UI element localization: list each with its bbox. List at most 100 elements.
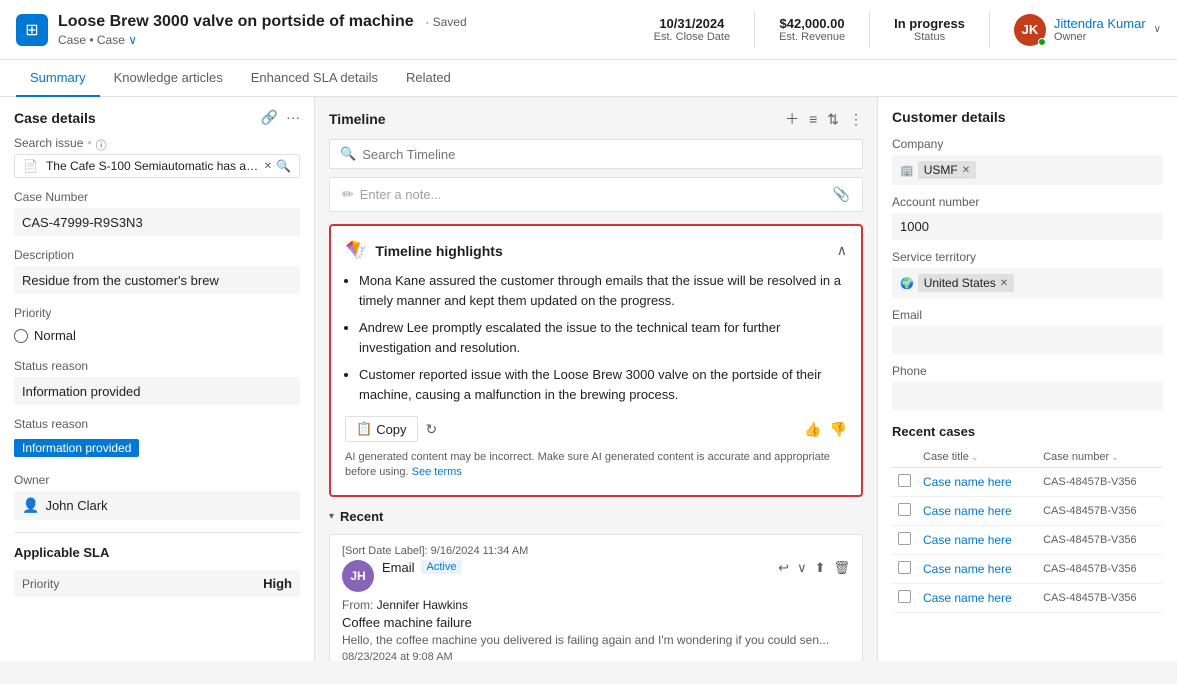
main-layout: Case details 🔗 ··· Search issue * ⓘ 📄 Th… bbox=[0, 97, 1177, 661]
highlights-list: Mona Kane assured the customer through e… bbox=[345, 271, 847, 404]
tl-from-name: Jennifer Hawkins bbox=[377, 598, 468, 612]
online-indicator bbox=[1038, 38, 1046, 46]
breadcrumb: Case • Case ∨ bbox=[58, 33, 467, 47]
row-checkbox-0[interactable] bbox=[898, 474, 911, 487]
case-title-link-1[interactable]: Case name here bbox=[923, 504, 1012, 518]
clear-search-icon[interactable]: ✕ bbox=[264, 161, 272, 172]
tl-delete-icon[interactable]: 🗑 bbox=[833, 560, 850, 576]
tab-knowledge-articles[interactable]: Knowledge articles bbox=[100, 60, 237, 97]
attach-icon[interactable]: 📎 bbox=[833, 186, 850, 203]
case-title-link-0[interactable]: Case name here bbox=[923, 475, 1012, 489]
priority-radio-group[interactable]: Normal bbox=[14, 324, 300, 347]
header-title-row: Loose Brew 3000 valve on portside of mac… bbox=[58, 13, 467, 31]
close-date-value: 10/31/2024 bbox=[654, 16, 730, 31]
company-label: Company bbox=[892, 137, 1163, 151]
account-number-field: Account number 1000 bbox=[892, 195, 1163, 240]
cases-col-title-header: Case title ⌄ bbox=[917, 447, 1037, 468]
panel-link-icon[interactable]: 🔗 bbox=[261, 109, 278, 126]
info-icon: ⓘ bbox=[96, 137, 107, 153]
status-reason-field-2: Status reason Information provided bbox=[14, 417, 300, 461]
highlights-actions: 📋 Copy ↻ 👍 👎 bbox=[345, 416, 847, 442]
thumbs-up-button[interactable]: 👍 bbox=[804, 421, 821, 438]
recent-section-header[interactable]: ▾ Recent bbox=[329, 509, 863, 524]
territory-tag-text: United States bbox=[924, 276, 996, 290]
case-title: Loose Brew 3000 valve on portside of mac… bbox=[58, 13, 414, 30]
search-icon[interactable]: 🔍 bbox=[276, 159, 291, 173]
cases-col-number-header: Case number ⌄ bbox=[1037, 447, 1163, 468]
company-tag: USMF ✕ bbox=[918, 161, 976, 179]
row-checkbox-3[interactable] bbox=[898, 561, 911, 574]
description-label: Description bbox=[14, 248, 300, 262]
user-info: Jittendra Kumar Owner bbox=[1054, 16, 1146, 43]
tab-related[interactable]: Related bbox=[392, 60, 465, 97]
row-checkbox-4[interactable] bbox=[898, 590, 911, 603]
thumbs-row: 👍 👎 bbox=[804, 421, 847, 438]
required-star: * bbox=[87, 139, 91, 151]
phone-field: Phone bbox=[892, 364, 1163, 410]
timeline-title: Timeline bbox=[329, 111, 386, 127]
user-name: Jittendra Kumar bbox=[1054, 16, 1146, 31]
case-number-4: CAS-48457B-V356 bbox=[1037, 584, 1163, 613]
cases-title-sort-icon[interactable]: ⌄ bbox=[971, 452, 979, 463]
priority-radio-button[interactable] bbox=[14, 329, 28, 343]
center-panel: Timeline ＋ ≡ ⇅ ⋮ 🔍 ✏ Enter a note... 📎 bbox=[315, 97, 877, 661]
email-label: Email bbox=[892, 308, 1163, 322]
tab-enhanced-sla[interactable]: Enhanced SLA details bbox=[237, 60, 392, 97]
tl-date: [Sort Date Label]: 9/16/2024 11:34 AM bbox=[342, 545, 850, 557]
owner-label: Owner bbox=[1054, 31, 1146, 43]
see-terms-link[interactable]: See terms bbox=[412, 466, 462, 478]
cases-number-sort-icon[interactable]: ⌄ bbox=[1111, 452, 1119, 463]
note-input-row: ✏ Enter a note... 📎 bbox=[329, 177, 863, 212]
company-tag-remove[interactable]: ✕ bbox=[962, 165, 970, 176]
header-title-block: Loose Brew 3000 valve on portside of mac… bbox=[58, 13, 467, 47]
tl-share-icon[interactable]: ⬆ bbox=[815, 560, 826, 576]
refresh-icon[interactable]: ↻ bbox=[426, 421, 438, 438]
sla-priority-value: High bbox=[263, 576, 292, 591]
user-chevron-icon[interactable]: ∨ bbox=[1154, 24, 1161, 35]
tab-summary[interactable]: Summary bbox=[16, 60, 100, 97]
timeline-header: Timeline ＋ ≡ ⇅ ⋮ bbox=[329, 109, 863, 129]
thumbs-down-button[interactable]: 👎 bbox=[830, 421, 847, 438]
owner-label: Owner bbox=[14, 473, 300, 487]
header-divider-2 bbox=[869, 12, 870, 48]
copy-button[interactable]: 📋 Copy bbox=[345, 416, 418, 442]
company-field: Company 🏢 USMF ✕ bbox=[892, 137, 1163, 185]
status-reason-label-1: Status reason bbox=[14, 359, 300, 373]
status-reason-badge: Information provided bbox=[14, 439, 139, 457]
tl-chevron-icon[interactable]: ∨ bbox=[797, 560, 807, 576]
status-meta: In progress Status bbox=[894, 16, 965, 43]
case-title-link-3[interactable]: Case name here bbox=[923, 562, 1012, 576]
right-panel: Customer details Company 🏢 USMF ✕ Accoun… bbox=[877, 97, 1177, 661]
phone-value bbox=[892, 382, 1163, 410]
timeline-filter-icon[interactable]: ≡ bbox=[809, 111, 817, 127]
top-header: ⊞ Loose Brew 3000 valve on portside of m… bbox=[0, 0, 1177, 60]
timeline-add-icon[interactable]: ＋ bbox=[785, 109, 799, 129]
row-checkbox-2[interactable] bbox=[898, 532, 911, 545]
territory-tag-remove[interactable]: ✕ bbox=[1000, 278, 1008, 289]
breadcrumb-text: Case • Case bbox=[58, 33, 125, 47]
case-title-link-2[interactable]: Case name here bbox=[923, 533, 1012, 547]
company-tag-text: USMF bbox=[924, 163, 958, 177]
tl-avatar: JH bbox=[342, 560, 374, 592]
case-title-link-4[interactable]: Case name here bbox=[923, 591, 1012, 605]
timeline-sort-icon[interactable]: ⇅ bbox=[827, 111, 839, 128]
tl-reply-icon[interactable]: ↩ bbox=[778, 560, 789, 576]
case-number-label: Case Number bbox=[14, 190, 300, 204]
note-placeholder[interactable]: Enter a note... bbox=[360, 187, 442, 202]
copy-icon: 📋 bbox=[356, 421, 372, 437]
breadcrumb-link[interactable]: ∨ bbox=[128, 33, 137, 47]
search-timeline-input[interactable] bbox=[362, 147, 852, 162]
sla-priority-row: Priority High bbox=[14, 570, 300, 597]
row-checkbox-1[interactable] bbox=[898, 503, 911, 516]
header-user[interactable]: JK Jittendra Kumar Owner ∨ bbox=[1014, 14, 1161, 46]
header-divider-3 bbox=[989, 12, 990, 48]
table-row: Case name here CAS-48457B-V356 bbox=[892, 468, 1163, 497]
copy-label: Copy bbox=[376, 422, 406, 437]
search-timeline-icon: 🔍 bbox=[340, 146, 356, 162]
sla-priority-label: Priority bbox=[22, 577, 59, 591]
panel-more-icon[interactable]: ··· bbox=[286, 109, 300, 126]
saved-label: · Saved bbox=[425, 15, 466, 29]
timeline-more-icon[interactable]: ⋮ bbox=[849, 111, 863, 128]
highlights-collapse-icon[interactable]: ∧ bbox=[837, 242, 847, 259]
search-issue-input[interactable]: 📄 The Cafe S-100 Semiautomatic has air b… bbox=[14, 154, 300, 178]
